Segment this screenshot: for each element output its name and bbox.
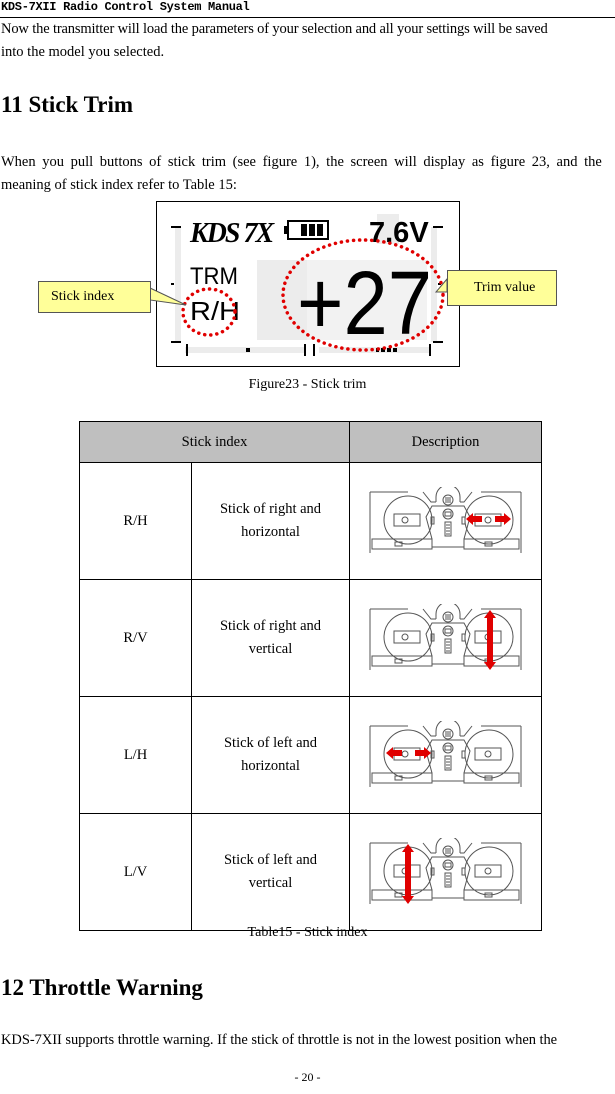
table-header-row: Stick index Description bbox=[79, 421, 542, 463]
transmitter-diagram-cell bbox=[349, 462, 542, 580]
description-line-2: vertical bbox=[248, 875, 293, 891]
stick-index-cell: R/V bbox=[79, 579, 192, 697]
header-description: Description bbox=[349, 421, 542, 463]
description-cell: Stick of left and vertical bbox=[191, 813, 350, 931]
page-number: - 20 - bbox=[294, 1070, 321, 1084]
description-line-2: horizontal bbox=[241, 758, 300, 774]
stick-index-cell: R/H bbox=[79, 462, 192, 580]
section-heading-throttle-warning: 12 Throttle Warning bbox=[1, 975, 203, 1000]
description-line-2: vertical bbox=[248, 641, 293, 657]
description-cell: Stick of left and horizontal bbox=[191, 696, 350, 814]
arrow-horizontal-icon bbox=[386, 747, 431, 759]
table-caption: Table15 - Stick index bbox=[247, 925, 368, 940]
transmitter-diagram-cell bbox=[349, 696, 542, 814]
stick-index-cell: L/V bbox=[79, 813, 192, 931]
figure-caption: Figure23 - Stick trim bbox=[248, 377, 367, 392]
stick-index-table: Stick index Description R/H Stick of rig… bbox=[79, 421, 542, 931]
callout-stick-index-label: Stick index bbox=[51, 289, 115, 304]
throttle-warning-line-1: KDS-7XII supports throttle warning. If t… bbox=[1, 1032, 558, 1048]
transmitter-diagram-icon bbox=[369, 838, 522, 904]
description-line-2: horizontal bbox=[241, 524, 300, 540]
table-row: L/V Stick of left and vertical bbox=[79, 813, 542, 931]
description-line-1: Stick of left and bbox=[223, 735, 318, 751]
header-stick-index: Stick index bbox=[79, 421, 350, 463]
transmitter-diagram-icon bbox=[369, 721, 522, 787]
description-cell: Stick of right and vertical bbox=[191, 579, 350, 697]
callout-stick-index: Stick index bbox=[38, 281, 151, 313]
transmitter-diagram-icon bbox=[369, 604, 522, 670]
description-line-1: Stick of right and bbox=[219, 501, 322, 517]
stick-index-cell: L/H bbox=[79, 696, 192, 814]
callout-pointers bbox=[149, 277, 448, 306]
callout-trim-value-label: Trim value bbox=[474, 280, 536, 295]
transmitter-diagram-icon bbox=[369, 487, 522, 553]
table-row: L/H Stick of left and horizontal bbox=[79, 696, 542, 814]
table-row: R/H Stick of right and horizontal bbox=[79, 462, 542, 580]
description-line-1: Stick of right and bbox=[219, 618, 322, 634]
throttle-warning-paragraph: KDS-7XII supports throttle warning. If t… bbox=[1, 1029, 613, 1052]
description-cell: Stick of right and horizontal bbox=[191, 462, 350, 580]
table-row: R/V Stick of right and vertical bbox=[79, 579, 542, 697]
transmitter-diagram-cell bbox=[349, 579, 542, 697]
transmitter-diagram-cell bbox=[349, 813, 542, 931]
description-line-1: Stick of left and bbox=[223, 852, 318, 868]
callout-trim-value: Trim value bbox=[447, 270, 557, 306]
